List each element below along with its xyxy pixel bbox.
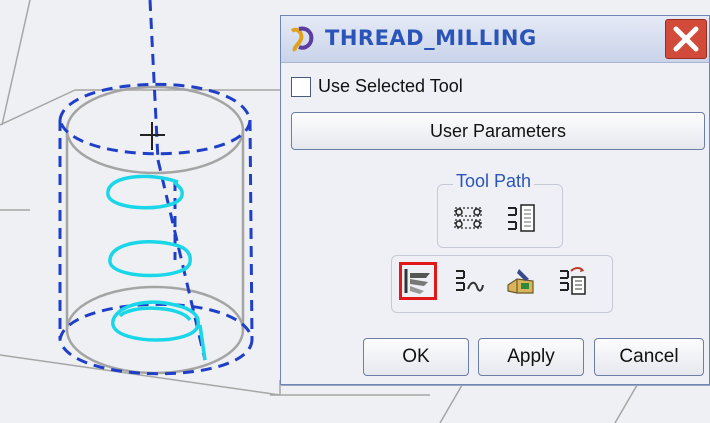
tool-path-group-label: Tool Path bbox=[453, 171, 535, 192]
material-removal-icon[interactable] bbox=[505, 265, 537, 297]
machining-parameters-icon[interactable] bbox=[402, 265, 434, 297]
tool-path-list-icon[interactable] bbox=[505, 202, 537, 234]
ok-button[interactable]: OK bbox=[363, 338, 469, 376]
use-selected-tool-checkbox[interactable] bbox=[291, 77, 311, 97]
title-bar[interactable]: THREAD_MILLING bbox=[281, 16, 709, 63]
use-selected-tool-label: Use Selected Tool bbox=[318, 76, 463, 96]
dialog-title: THREAD_MILLING bbox=[325, 26, 537, 50]
thread-milling-dialog: THREAD_MILLING Use Selected Tool User Pa… bbox=[280, 15, 710, 385]
app-logo-icon bbox=[290, 26, 314, 52]
sequence-path-icon[interactable] bbox=[453, 265, 485, 297]
cancel-button[interactable]: Cancel bbox=[594, 338, 704, 376]
close-button[interactable] bbox=[665, 19, 707, 59]
sequence-info-icon[interactable] bbox=[557, 265, 589, 297]
close-icon bbox=[673, 26, 699, 52]
tool-path-play-icon[interactable] bbox=[453, 202, 485, 234]
user-parameters-button[interactable]: User Parameters bbox=[291, 112, 705, 150]
apply-button[interactable]: Apply bbox=[478, 338, 584, 376]
